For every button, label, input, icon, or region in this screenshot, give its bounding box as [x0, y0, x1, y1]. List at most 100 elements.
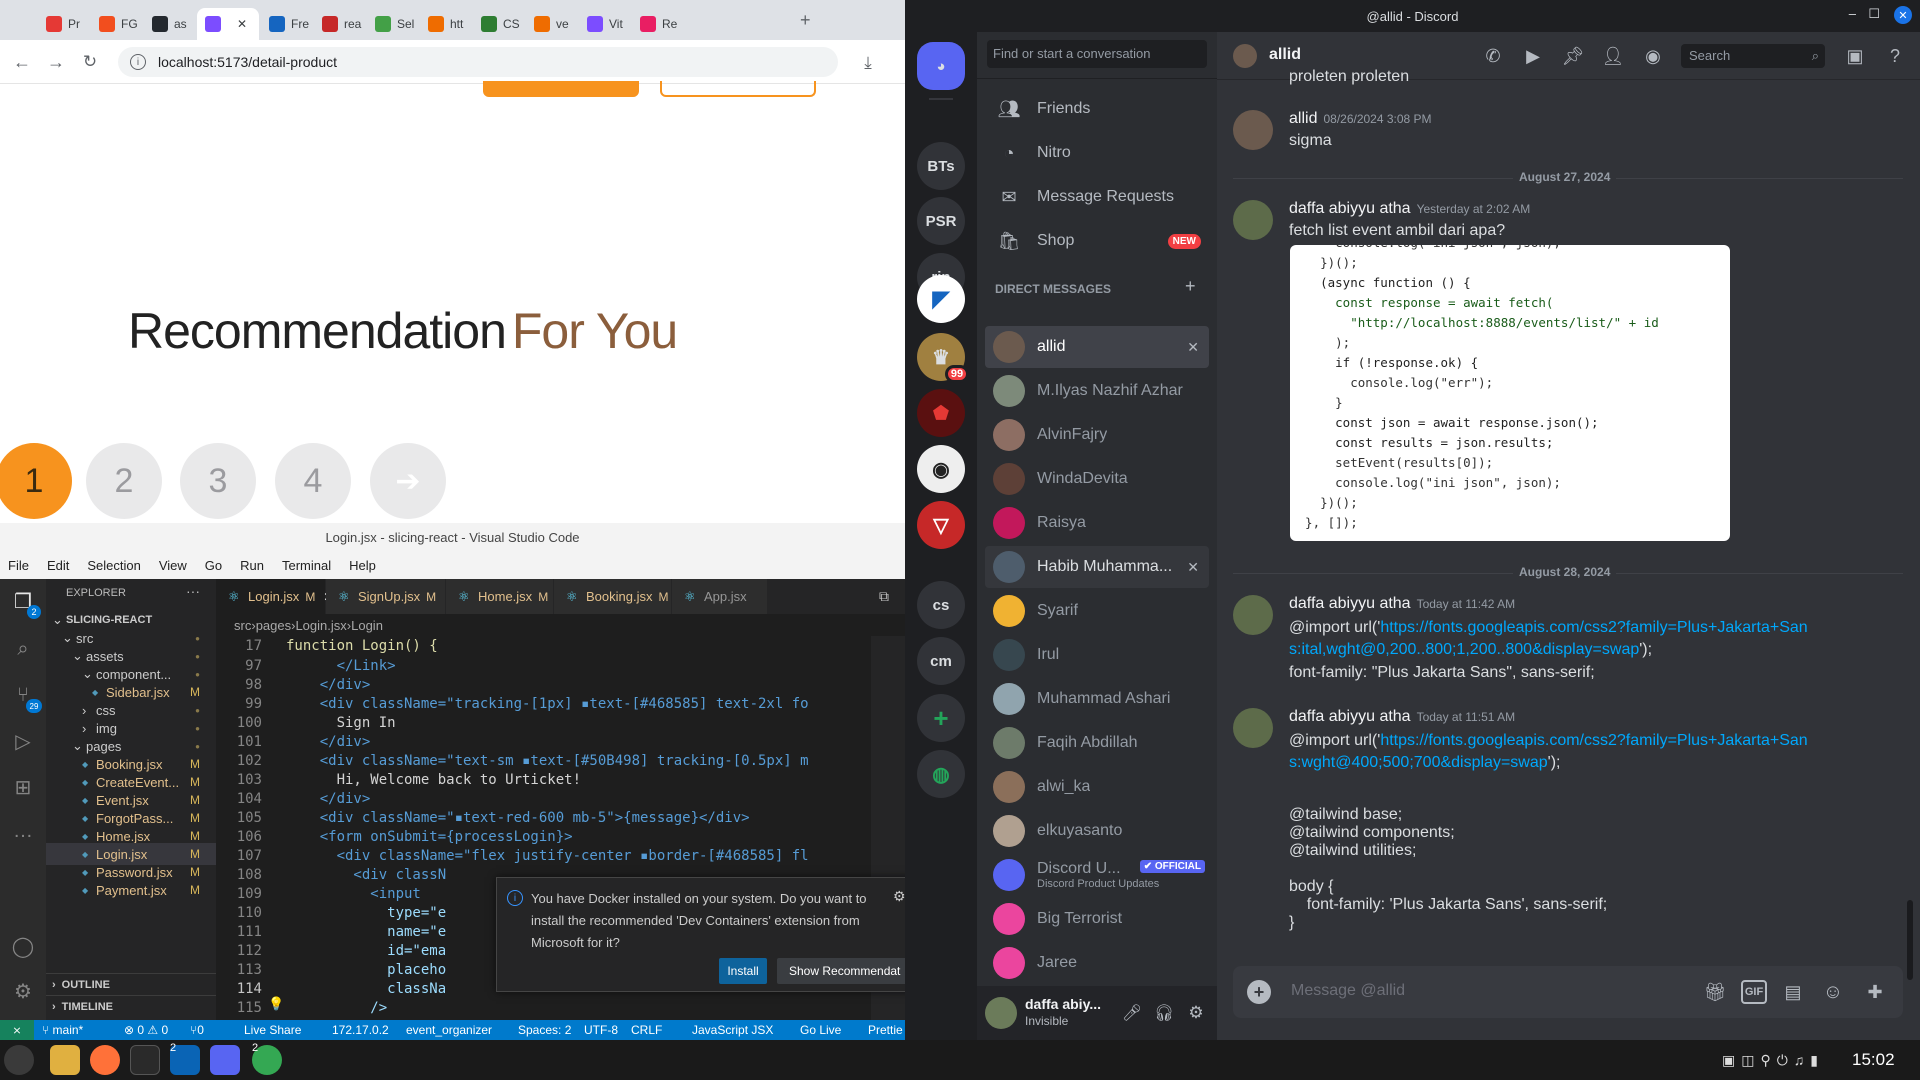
pagination-page-2[interactable]: 2 [86, 443, 162, 519]
help-icon[interactable]: ? [1883, 44, 1907, 68]
live-share[interactable]: Live Share [244, 1023, 301, 1037]
close-dm-icon[interactable]: ✕ [1187, 339, 1199, 356]
pin-icon[interactable]: 📌︎ [1561, 44, 1585, 68]
headphones-icon[interactable]: 🎧︎ [1153, 1002, 1175, 1024]
avatar[interactable] [1233, 595, 1273, 635]
dm-item[interactable]: Discord U... Discord Product Updates ✔ OFF… [985, 854, 1209, 896]
browser-tab[interactable]: Sel [367, 8, 418, 40]
forward-icon[interactable]: → [44, 50, 68, 74]
message-author[interactable]: daffa abiyyu atha [1289, 708, 1411, 725]
split-editor-icon[interactable]: ⧉ [874, 586, 894, 606]
avatar[interactable] [1233, 200, 1273, 240]
gear-icon[interactable]: ⚙ [893, 888, 906, 905]
video-call-icon[interactable]: ▶ [1521, 44, 1545, 68]
browser-tab[interactable]: Fre [261, 8, 312, 40]
end-of-line[interactable]: CRLF [631, 1023, 662, 1037]
prettier[interactable]: Prettie [868, 1023, 903, 1037]
browser-tab[interactable]: FG [91, 8, 142, 40]
extensions-icon[interactable]: ⊞ [11, 775, 35, 799]
files-icon[interactable] [50, 1045, 80, 1075]
browser-tab[interactable]: htt [420, 8, 471, 40]
browser-tab[interactable]: as [144, 8, 195, 40]
encoding[interactable]: UTF-8 [584, 1023, 618, 1037]
breadcrumb-item[interactable]: Login.jsx [295, 618, 346, 633]
code-screenshot-image[interactable]: console.log("ini json", json); })(); (as… [1290, 245, 1730, 541]
dm-item[interactable]: Big Terrorist [985, 898, 1209, 940]
pagination-page-3[interactable]: 3 [180, 443, 256, 519]
editor-tab[interactable]: ⚛Login.jsxM✕ [216, 579, 333, 614]
user-profile-icon[interactable]: ◉ [1641, 44, 1665, 68]
search-icon[interactable]: ⌕ [11, 637, 35, 661]
menu-view[interactable]: View [159, 558, 187, 573]
remote-icon[interactable]: ⨯ [0, 1020, 34, 1040]
find-conversation-input[interactable]: Find or start a conversation [987, 40, 1207, 68]
message-author[interactable]: allid [1289, 110, 1317, 127]
avatar[interactable] [1233, 708, 1273, 748]
account-icon[interactable]: ◯ [11, 934, 35, 958]
language-mode[interactable]: JavaScript JSX [692, 1023, 773, 1037]
avatar[interactable] [1233, 110, 1273, 150]
download-icon[interactable]: ⤓ [856, 51, 880, 75]
avatar[interactable] [1233, 44, 1257, 68]
breadcrumb-item[interactable]: pages [256, 618, 291, 633]
address-bar[interactable]: i localhost:5173/detail-product [118, 47, 838, 77]
add-friend-icon[interactable]: 👤︎ [1601, 44, 1625, 68]
settings-gear-icon[interactable]: ⚙ [11, 979, 35, 1003]
clock[interactable]: 15:02 [1852, 1050, 1895, 1070]
explorer-item[interactable]: ◆ Payment.jsx M [46, 879, 216, 901]
server-icon-v[interactable]: ▽ [917, 501, 965, 549]
pagination-next-button[interactable]: ➔ [370, 443, 446, 519]
message-author[interactable]: daffa abiyyu atha [1289, 200, 1411, 217]
breadcrumb-item[interactable]: Login [351, 618, 383, 633]
ports-count[interactable]: ⑂0 [190, 1023, 204, 1037]
browser-tab[interactable]: rea [314, 8, 365, 40]
dm-item[interactable]: Muhammad Ashari [985, 678, 1209, 720]
message-author[interactable]: daffa abiyyu atha [1289, 595, 1411, 612]
browser-tab[interactable]: Vit [579, 8, 630, 40]
avatar[interactable] [985, 997, 1017, 1029]
dm-item[interactable]: WindaDevita [985, 458, 1209, 500]
nav-message-requests[interactable]: ✉ Message Requests [985, 176, 1209, 218]
run-debug-icon[interactable]: ▷ [11, 729, 35, 753]
new-tab-icon[interactable]: + [800, 10, 811, 31]
server-icon-psr[interactable]: PSR [917, 197, 965, 245]
editor-tab[interactable]: ⚛ SignUp.jsx M [326, 579, 446, 614]
orange-button-fragment[interactable] [483, 81, 639, 97]
menu-file[interactable]: File [8, 558, 29, 573]
menu-selection[interactable]: Selection [87, 558, 140, 573]
server-icon-red[interactable]: ⬟ [917, 389, 965, 437]
remote-ip[interactable]: 172.17.0.2 [332, 1023, 389, 1037]
menu-terminal[interactable]: Terminal [282, 558, 331, 573]
menu-go[interactable]: Go [205, 558, 222, 573]
discord-home-icon[interactable]: ◕ [917, 42, 965, 90]
reload-icon[interactable]: ↻ [78, 50, 102, 74]
outline-button-fragment[interactable] [660, 81, 816, 97]
more-icon[interactable]: … [11, 819, 35, 843]
nav-friends[interactable]: 👥︎ Friends [985, 88, 1209, 130]
browser-tab[interactable]: Re [632, 8, 683, 40]
close-icon[interactable]: ✕ [1894, 6, 1912, 24]
chat-scrollbar[interactable] [1907, 900, 1913, 980]
back-icon[interactable]: ← [10, 50, 34, 74]
emoji-icon[interactable]: ☺ [1821, 980, 1845, 1004]
menu-help[interactable]: Help [349, 558, 376, 573]
upload-plus-icon[interactable]: + [1247, 980, 1271, 1004]
editor-tab[interactable]: ⚛ App.jsx [672, 579, 768, 614]
nav-nitro[interactable]: ◔ Nitro [985, 132, 1209, 174]
dm-item[interactable]: Syarif [985, 590, 1209, 632]
git-branch[interactable]: ⑂ main* [42, 1023, 83, 1037]
dm-item[interactable]: alwi_ka [985, 766, 1209, 808]
browser-tab[interactable]: CS [473, 8, 524, 40]
dm-item[interactable]: Irul [985, 634, 1209, 676]
browser-tab[interactable]: ✕ [197, 8, 259, 40]
dm-item[interactable]: Faqih Abdillah [985, 722, 1209, 764]
breadcrumb-item[interactable]: src [234, 618, 251, 633]
indentation[interactable]: Spaces: 2 [518, 1023, 571, 1037]
dm-item[interactable]: Jaree [985, 942, 1209, 984]
editor-tab[interactable]: ⚛ Booking.jsx M [554, 579, 672, 614]
message-input[interactable]: + Message @allid 🎁︎ GIF ▤ ☺ ✚ [1233, 966, 1903, 1018]
dm-item[interactable]: Habib Muhamma... ✕ [985, 546, 1209, 588]
server-icon-cm[interactable]: cm [917, 637, 965, 685]
database-name[interactable]: event_organizer [406, 1023, 492, 1037]
microphone-icon[interactable]: 🎤︎ [1121, 1002, 1143, 1024]
